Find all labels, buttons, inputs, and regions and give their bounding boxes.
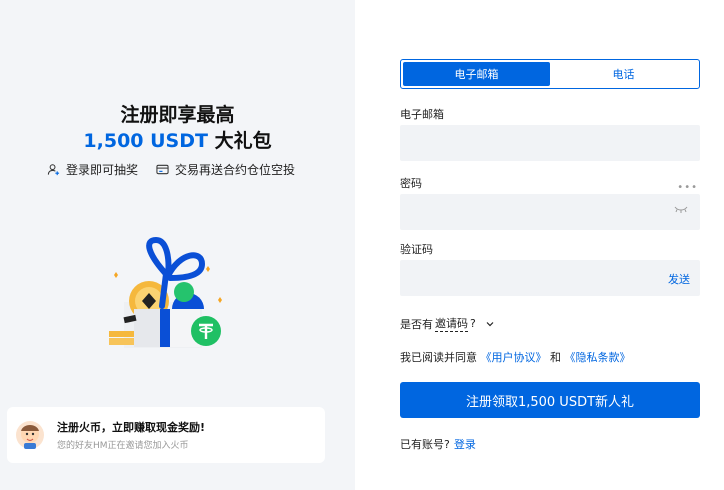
login-row: 已有账号? 登录 xyxy=(400,436,476,452)
invite-subtitle: 您的好友HM正在邀请您加入火币 xyxy=(57,441,189,451)
tab-email[interactable]: 电子邮箱 xyxy=(403,62,550,86)
password-label: 密码 xyxy=(400,177,422,190)
register-button[interactable]: 注册领取1,500 USDT新人礼 xyxy=(400,382,700,418)
feature-label: 交易再送合约仓位空投 xyxy=(175,163,296,177)
more-dots-icon: ••• xyxy=(677,182,698,193)
verification-code-field[interactable] xyxy=(400,260,700,296)
invite-code-prefix: 是否有 xyxy=(400,317,433,331)
email-field[interactable] xyxy=(400,125,700,161)
send-code-button[interactable]: 发送 xyxy=(668,271,690,287)
gift-box-illustration xyxy=(109,236,222,348)
promo-features: 登录即可抽奖 交易再送合约仓位空投 xyxy=(47,161,295,178)
invite-card: 注册火币，立即赚取现金奖励! 您的好友HM正在邀请您加入火币 xyxy=(7,407,325,463)
chevron-down-icon[interactable] xyxy=(486,321,494,327)
agree-and: 和 xyxy=(550,351,561,364)
privacy-policy-link[interactable]: 《隐私条款》 xyxy=(565,351,631,364)
promo-panel: 注册即享最高 1,500 USDT 大礼包 登录即可抽奖 交易再送合约仓位空投 xyxy=(0,0,355,490)
code-label: 验证码 xyxy=(400,243,433,256)
tab-phone[interactable]: 电话 xyxy=(550,62,697,86)
have-account-text: 已有账号? xyxy=(400,438,450,451)
invite-code-link[interactable]: 邀请码 xyxy=(435,315,468,332)
feature-label: 登录即可抽奖 xyxy=(66,163,139,177)
promo-headline-line2: 1,500 USDT 大礼包 xyxy=(0,126,355,153)
email-label: 电子邮箱 xyxy=(400,108,444,121)
feature-airdrop: 交易再送合约仓位空投 xyxy=(156,161,295,178)
password-field[interactable] xyxy=(400,194,700,230)
feature-lottery: 登录即可抽奖 xyxy=(47,161,138,178)
signup-tabs: 电子邮箱 电话 xyxy=(400,59,700,89)
login-link[interactable]: 登录 xyxy=(454,438,476,451)
invite-code-toggle[interactable]: 是否有 邀请码? xyxy=(400,315,494,332)
agreement-text: 我已阅读并同意 《用户协议》 和 《隐私条款》 xyxy=(400,349,631,365)
invite-code-suffix: ? xyxy=(470,317,476,330)
eye-closed-icon[interactable] xyxy=(674,206,688,214)
promo-headline-line1: 注册即享最高 xyxy=(120,104,235,126)
card-icon xyxy=(156,164,169,175)
user-plus-icon xyxy=(47,164,60,176)
promo-suffix: 大礼包 xyxy=(207,130,272,152)
avatar xyxy=(16,421,44,449)
invite-title: 注册火币，立即赚取现金奖励! xyxy=(57,421,206,434)
agree-prefix: 我已阅读并同意 xyxy=(400,351,477,364)
user-agreement-link[interactable]: 《用户协议》 xyxy=(481,351,547,364)
promo-amount: 1,500 USDT xyxy=(83,130,208,152)
